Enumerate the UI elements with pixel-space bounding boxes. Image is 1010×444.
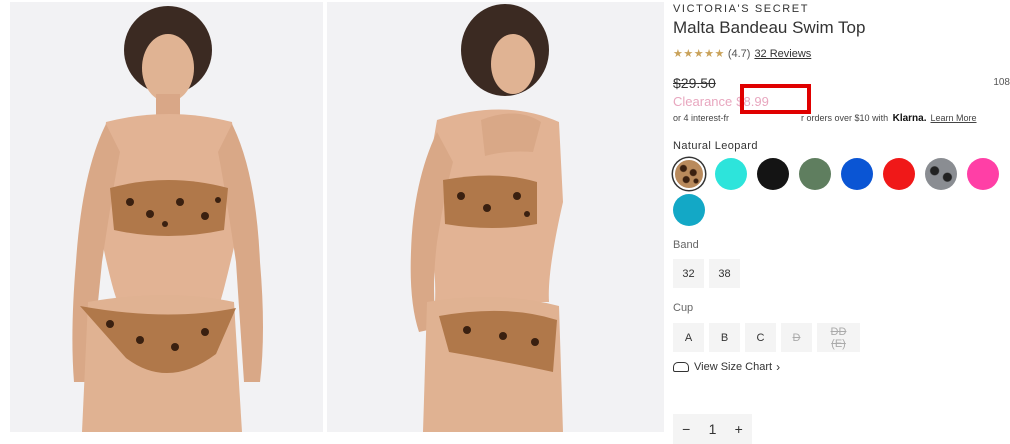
cup-option-b[interactable]: B [709,323,740,352]
chevron-right-icon: › [776,360,781,374]
brand-name: VICTORIA'S SECRET [673,3,810,15]
installments-row: or 4 interest-fr r orders over $10 with K… [673,113,977,124]
original-price: $29.50 [673,75,716,91]
rating-row: ★★★★★ (4.7) 32 Reviews [673,47,811,60]
size-chart-label: View Size Chart [694,361,773,373]
rating-value: (4.7) [727,48,751,60]
band-label: Band [673,239,699,251]
product-photo-front[interactable] [10,2,323,432]
view-size-chart-link[interactable]: View Size Chart › [673,360,780,374]
product-photo-back[interactable] [327,2,664,432]
cup-option-dd-e[interactable]: DD (E) [817,323,860,352]
swatch-blue[interactable] [841,158,873,190]
quantity-plus-button[interactable]: + [735,421,743,437]
quantity-stepper: − 1 + [673,414,752,444]
swatch-natural-leopard[interactable] [673,158,705,190]
selected-color-name: Natural Leopard [673,140,758,152]
band-option-38[interactable]: 38 [709,259,740,288]
item-number: 108 [993,77,1010,88]
swatch-green[interactable] [799,158,831,190]
swatch-teal[interactable] [673,194,705,226]
quantity-value: 1 [708,421,717,437]
product-title: Malta Bandeau Swim Top [673,18,866,37]
swatch-aqua[interactable] [715,158,747,190]
color-swatches [673,158,1010,230]
swatch-black[interactable] [757,158,789,190]
installments-text: or 4 interest-fr [673,113,730,123]
cup-label: Cup [673,302,694,314]
tape-measure-icon [673,362,689,372]
cup-option-c[interactable]: C [745,323,776,352]
clearance-label: Clearance [673,94,733,109]
swatch-pink[interactable] [967,158,999,190]
band-option-32[interactable]: 32 [673,259,704,288]
klarna-logo: Klarna. [892,113,927,124]
cup-option-a[interactable]: A [673,323,704,352]
swatch-red[interactable] [883,158,915,190]
cup-option-d[interactable]: D [781,323,812,352]
rating-stars-icon: ★★★★★ [673,48,725,60]
reviews-link[interactable]: 32 Reviews [754,48,811,60]
swatch-snake[interactable] [925,158,957,190]
price-highlight-box [740,84,811,114]
installments-text-cont: r orders over $10 with [801,113,889,123]
product-details: VICTORIA'S SECRET Malta Bandeau Swim Top… [673,0,1010,444]
learn-more-link[interactable]: Learn More [931,113,977,123]
quantity-minus-button[interactable]: − [682,421,690,437]
